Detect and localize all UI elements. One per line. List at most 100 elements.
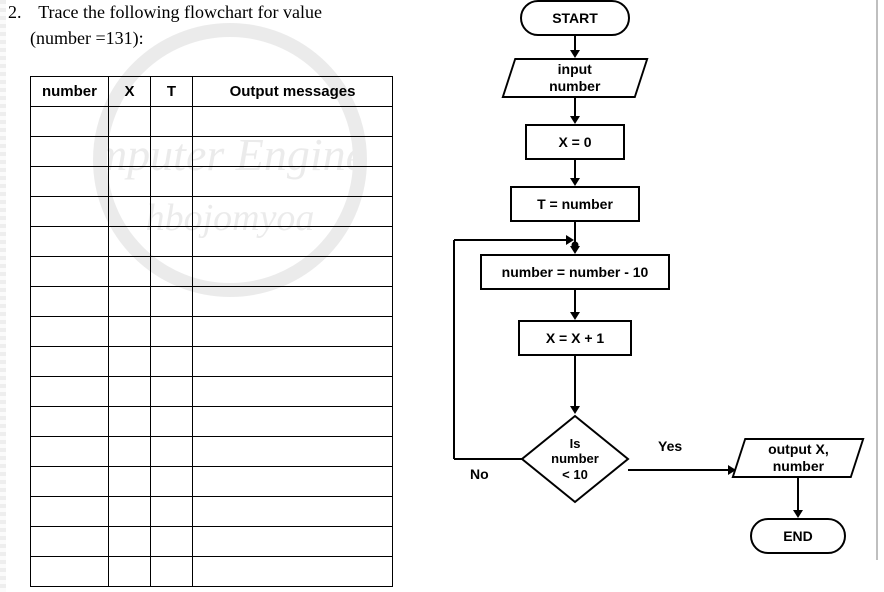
arrow-xinc-decision: [575, 356, 576, 417]
table-cell: [109, 467, 151, 497]
table-cell: [193, 107, 393, 137]
table-row: [31, 167, 393, 197]
question-line: 2. Trace the following flowchart for val…: [8, 2, 322, 23]
arrow-input-x0: [575, 98, 576, 127]
arrow-dec10-xinc: [575, 290, 576, 323]
flow-end: END: [750, 518, 846, 554]
table-cell: [151, 497, 193, 527]
flow-x-increment: X = X + 1: [518, 320, 632, 356]
table-cell: [31, 407, 109, 437]
table-cell: [193, 407, 393, 437]
table-cell: [193, 347, 393, 377]
table-cell: [109, 437, 151, 467]
arrow-no-loop: [450, 240, 526, 469]
table-cell: [193, 527, 393, 557]
table-cell: [151, 227, 193, 257]
flow-end-label: END: [783, 528, 813, 545]
table-cell: [31, 557, 109, 587]
col-header-output: Output messages: [193, 77, 393, 107]
table-cell: [109, 557, 151, 587]
table-cell: [151, 317, 193, 347]
table-cell: [31, 467, 109, 497]
flow-start: START: [520, 0, 630, 36]
table-row: [31, 227, 393, 257]
table-cell: [109, 167, 151, 197]
table-cell: [151, 167, 193, 197]
table-cell: [151, 287, 193, 317]
table-cell: [109, 107, 151, 137]
table-cell: [109, 527, 151, 557]
flow-start-label: START: [552, 10, 598, 27]
table-cell: [31, 257, 109, 287]
flowchart: START input number X = 0 T = number: [430, 0, 880, 592]
table-cell: [151, 467, 193, 497]
table-cell: [31, 317, 109, 347]
table-cell: [151, 257, 193, 287]
table-row: [31, 137, 393, 167]
table-row: [31, 527, 393, 557]
table-cell: [151, 527, 193, 557]
table-cell: [151, 347, 193, 377]
flow-output-label: output X, number: [768, 441, 829, 475]
table-cell: [31, 137, 109, 167]
table-row: [31, 497, 393, 527]
table-cell: [151, 377, 193, 407]
flow-t-number-label: T = number: [537, 196, 613, 213]
flow-input: input number: [502, 58, 649, 98]
table-cell: [31, 347, 109, 377]
table-row: [31, 377, 393, 407]
flow-input-label: input number: [549, 61, 600, 95]
table-cell: [109, 197, 151, 227]
table-cell: [31, 167, 109, 197]
table-cell: [193, 287, 393, 317]
trace-table: number X T Output messages: [30, 76, 393, 587]
table-cell: [151, 197, 193, 227]
table-cell: [151, 407, 193, 437]
table-cell: [31, 287, 109, 317]
table-cell: [193, 167, 393, 197]
col-header-t: T: [151, 77, 193, 107]
question-text: Trace the following flowchart for value: [38, 2, 322, 22]
table-cell: [109, 377, 151, 407]
flow-x-zero: X = 0: [525, 124, 625, 160]
question-number: 2.: [8, 2, 34, 23]
table-cell: [31, 107, 109, 137]
arrow-output-end: [798, 478, 799, 521]
table-cell: [193, 227, 393, 257]
table-cell: [151, 437, 193, 467]
table-cell: [193, 257, 393, 287]
table-cell: [109, 347, 151, 377]
flow-x-increment-label: X = X + 1: [546, 330, 604, 347]
table-cell: [193, 137, 393, 167]
table-cell: [151, 557, 193, 587]
table-cell: [31, 227, 109, 257]
flow-output: output X, number: [732, 438, 865, 478]
table-cell: [109, 317, 151, 347]
table-cell: [151, 107, 193, 137]
table-cell: [193, 437, 393, 467]
flow-decision-label: Is number < 10: [520, 436, 630, 483]
table-cell: [109, 407, 151, 437]
table-header-row: number X T Output messages: [31, 77, 393, 107]
flow-x-zero-label: X = 0: [558, 134, 591, 151]
page-right-edge: [876, 0, 878, 560]
arrow-yes: [628, 458, 736, 474]
table-row: [31, 287, 393, 317]
loop-join-node: [571, 236, 579, 252]
table-cell: [109, 227, 151, 257]
table-cell: [31, 527, 109, 557]
table-row: [31, 437, 393, 467]
table-row: [31, 557, 393, 587]
table-cell: [193, 377, 393, 407]
table-cell: [151, 137, 193, 167]
table-row: [31, 197, 393, 227]
page: 2. Trace the following flowchart for val…: [0, 0, 884, 592]
question-subline: (number =131):: [30, 28, 144, 49]
table-row: [31, 317, 393, 347]
table-cell: [109, 497, 151, 527]
table-cell: [31, 497, 109, 527]
page-binding-stripe: [0, 0, 6, 592]
col-header-x: X: [109, 77, 151, 107]
table-cell: [109, 257, 151, 287]
table-cell: [31, 197, 109, 227]
